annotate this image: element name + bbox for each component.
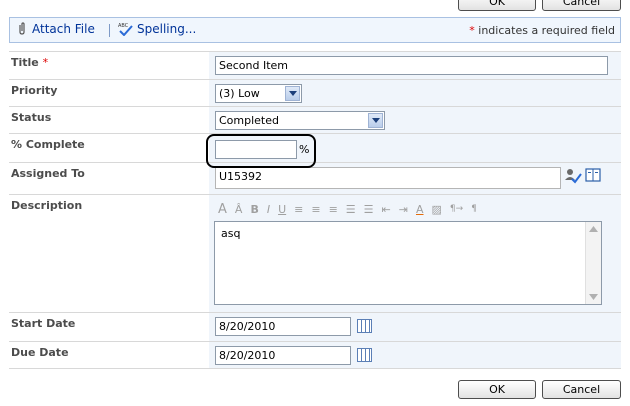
title-required-star: *	[42, 56, 49, 69]
cancel-button[interactable]: Cancel	[542, 380, 621, 399]
form-toolbar: Attach File ABC Spelling... * indicates …	[9, 17, 621, 43]
spelling-label: Spelling...	[137, 22, 197, 36]
priority-row: Priority (3) Low	[9, 79, 621, 106]
numbered-list-icon[interactable]: ☰	[346, 203, 356, 216]
chevron-down-icon[interactable]	[368, 113, 383, 128]
italic-icon[interactable]: I	[267, 203, 270, 216]
status-label: Status	[11, 111, 52, 124]
paperclip-icon	[19, 22, 25, 35]
title-label: Title *	[9, 52, 209, 79]
assigned-to-label: Assigned To	[11, 167, 85, 180]
description-label: Description	[11, 199, 83, 212]
annotation-highlight	[206, 134, 316, 168]
due-date-value-cell: 8/20/2010	[209, 342, 621, 368]
rtl-icon[interactable]: ¶	[471, 204, 477, 214]
check-names-icon[interactable]	[564, 168, 582, 184]
align-left-icon[interactable]: ≡	[294, 203, 303, 216]
align-center-icon[interactable]: ≡	[311, 203, 320, 216]
status-selected: Completed	[219, 114, 279, 127]
font-size-decrease-icon[interactable]: A	[218, 202, 227, 217]
description-value-cell: A Â B I U ≡ ≡ ≡ ☰ ☰ ⇤ ⇥ A ▨ ¶→ ¶ asq	[209, 195, 621, 312]
priority-value-cell: (3) Low	[209, 80, 621, 106]
font-size-increase-icon[interactable]: Â	[235, 203, 243, 216]
assigned-to-input[interactable]: U15392	[215, 167, 561, 189]
description-scrollbar[interactable]	[585, 222, 601, 304]
status-row: Status Completed	[9, 106, 621, 133]
assigned-to-row: Assigned To U15392	[9, 162, 621, 194]
attach-file-label: Attach File	[32, 22, 95, 36]
title-label-text: Title	[11, 56, 39, 69]
scroll-down-icon[interactable]	[589, 294, 598, 300]
ok-button-top[interactable]: OK	[458, 0, 536, 11]
spellcheck-icon: ABC	[118, 23, 133, 36]
ltr-icon[interactable]: ¶→	[450, 204, 463, 214]
priority-selected: (3) Low	[219, 87, 260, 100]
status-select[interactable]: Completed	[215, 111, 385, 130]
required-note: * indicates a required field	[469, 24, 615, 37]
start-date-input[interactable]: 8/20/2010	[215, 317, 351, 336]
cancel-button-top[interactable]: Cancel	[542, 0, 621, 11]
calendar-icon[interactable]	[357, 319, 372, 333]
svg-text:ABC: ABC	[118, 23, 129, 29]
title-input[interactable]: Second Item	[215, 56, 608, 75]
priority-label: Priority	[11, 84, 58, 97]
spelling-button[interactable]: ABC Spelling...	[118, 22, 196, 36]
description-text: asq	[221, 227, 241, 240]
underline-icon[interactable]: U	[278, 203, 286, 216]
calendar-icon[interactable]	[357, 348, 372, 362]
required-note-text: indicates a required field	[474, 24, 615, 37]
toolbar-divider	[109, 24, 110, 37]
bulleted-list-icon[interactable]: ☰	[364, 203, 374, 216]
align-right-icon[interactable]: ≡	[329, 203, 338, 216]
due-date-input[interactable]: 8/20/2010	[215, 346, 351, 365]
due-date-label: Due Date	[11, 346, 69, 359]
start-date-value-cell: 8/20/2010	[209, 313, 621, 341]
highlight-color-icon[interactable]: ▨	[432, 203, 442, 216]
address-book-icon[interactable]	[585, 168, 601, 182]
percent-complete-label: % Complete	[11, 138, 85, 151]
bold-icon[interactable]: B	[250, 203, 258, 216]
outdent-icon[interactable]: ⇤	[382, 203, 391, 216]
title-value-cell: Second Item	[209, 52, 621, 79]
description-row: Description A Â B I U ≡ ≡ ≡ ☰ ☰ ⇤ ⇥ A ▨…	[9, 194, 621, 312]
due-date-row: Due Date 8/20/2010	[9, 341, 621, 368]
text-color-icon[interactable]: A	[416, 203, 424, 216]
status-value-cell: Completed	[209, 107, 621, 133]
start-date-label: Start Date	[11, 317, 76, 330]
start-date-row: Start Date 8/20/2010	[9, 312, 621, 341]
form-bottom-divider	[9, 368, 621, 369]
rich-text-toolbar: A Â B I U ≡ ≡ ≡ ☰ ☰ ⇤ ⇥ A ▨ ¶→ ¶	[214, 198, 602, 220]
ok-button[interactable]: OK	[458, 380, 536, 399]
priority-select[interactable]: (3) Low	[215, 84, 302, 103]
scroll-up-icon[interactable]	[589, 226, 598, 232]
chevron-down-icon[interactable]	[285, 86, 300, 101]
description-editor[interactable]: asq	[214, 221, 602, 305]
attach-file-button[interactable]: Attach File	[16, 22, 95, 36]
title-row: Title * Second Item	[9, 51, 621, 79]
indent-icon[interactable]: ⇥	[399, 203, 408, 216]
